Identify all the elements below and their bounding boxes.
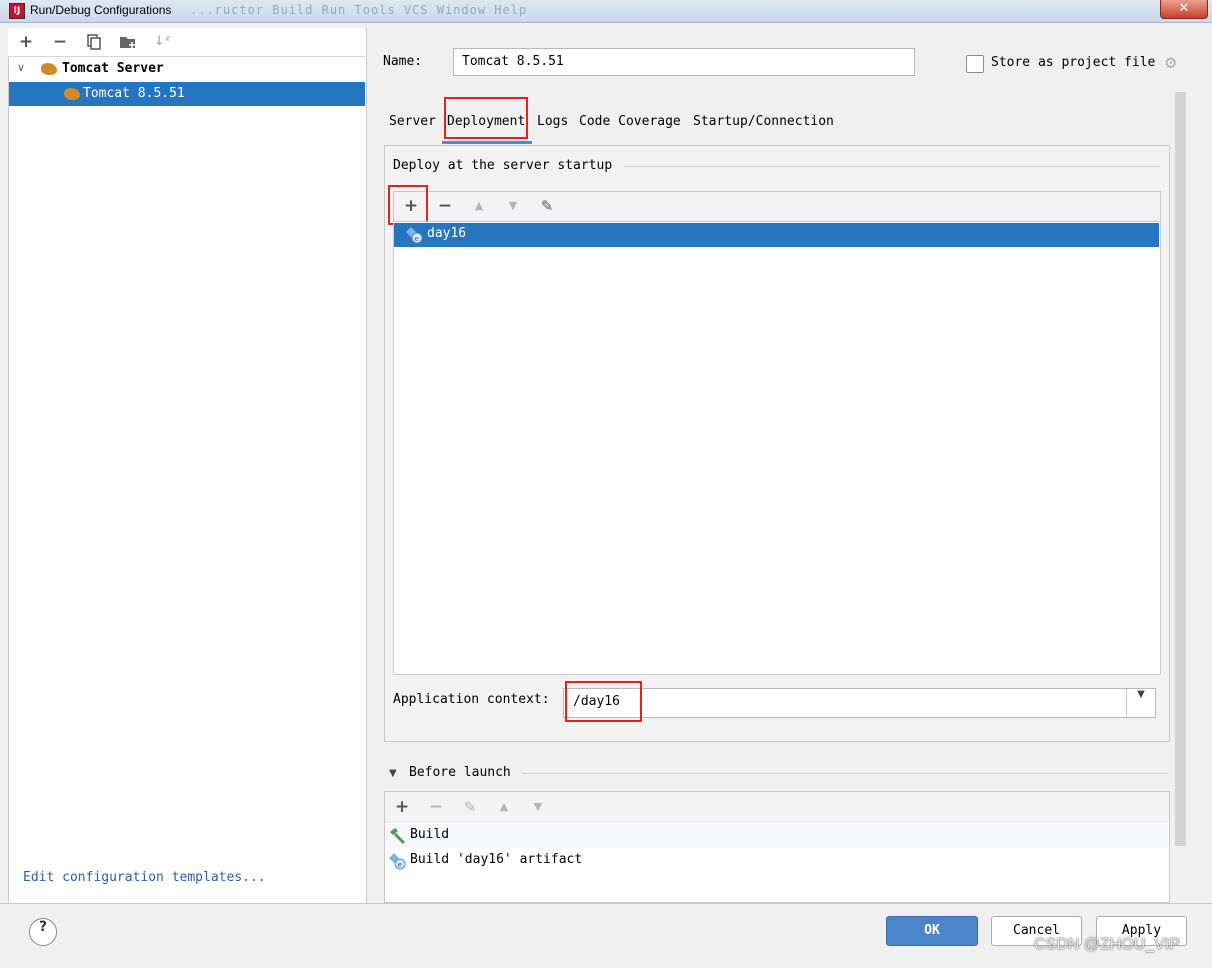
- remove-icon[interactable]: −: [49, 31, 71, 53]
- active-tab-indicator: [442, 141, 532, 144]
- move-down-icon[interactable]: ▼: [502, 195, 524, 217]
- intellij-app-icon: IJ: [9, 3, 25, 19]
- copy-icon[interactable]: [83, 31, 105, 53]
- add-task-icon[interactable]: +: [391, 796, 413, 818]
- application-context-label: Application context:: [393, 692, 550, 707]
- application-context-highlight: [565, 681, 642, 722]
- edit-pencil-icon[interactable]: ✎: [536, 195, 558, 217]
- move-up-icon[interactable]: ▲: [493, 796, 515, 818]
- deployment-tab-highlight: [444, 97, 528, 139]
- csdn-watermark: CSDN @ZHOU_VIP: [1034, 936, 1181, 953]
- tab-logs[interactable]: Logs: [537, 114, 568, 129]
- configurations-tree-panel: [8, 28, 367, 904]
- svg-text:e: e: [415, 235, 419, 243]
- name-label: Name:: [383, 54, 423, 69]
- svg-text:e: e: [398, 861, 402, 869]
- before-launch-toolbar: + − ✎ ▲ ▼: [384, 791, 1170, 824]
- tree-item-tomcat-8551[interactable]: Tomcat 8.5.51: [9, 82, 365, 106]
- list-item[interactable]: e Build 'day16' artifact: [385, 849, 1168, 873]
- tree-group-label: Tomcat Server: [62, 61, 164, 76]
- application-context-combobox[interactable]: /day16 ▼: [563, 688, 1156, 718]
- background-menu-ghost: ...ructor Build Run Tools VCS Window Hel…: [190, 3, 528, 17]
- deploy-artifact-list[interactable]: [393, 221, 1161, 675]
- store-as-project-file-label: Store as project file: [991, 55, 1156, 70]
- configurations-toolbar: + − ↓ᶻ: [8, 28, 365, 57]
- chevron-down-icon[interactable]: ∨: [17, 61, 25, 74]
- tomcat-icon: [64, 88, 80, 100]
- collapse-triangle-icon[interactable]: ▼: [389, 768, 397, 779]
- before-launch-title: Before launch: [409, 765, 511, 780]
- add-button-highlight: [388, 185, 428, 225]
- help-button[interactable]: ?: [29, 918, 57, 946]
- move-up-icon[interactable]: ▲: [468, 195, 490, 217]
- window-title: Run/Debug Configurations: [30, 3, 172, 17]
- add-icon[interactable]: +: [15, 31, 37, 53]
- chevron-down-icon[interactable]: ▼: [1126, 689, 1155, 717]
- scrollbar-thumb[interactable]: [1175, 92, 1186, 846]
- sort-az-icon[interactable]: ↓ᶻ: [151, 31, 173, 53]
- deploy-group-title: Deploy at the server startup: [393, 158, 613, 173]
- tree-item-label: Tomcat 8.5.51: [83, 86, 185, 101]
- hammer-icon: [388, 827, 406, 849]
- deploy-list-toolbar: + − ▲ ▼ ✎: [393, 191, 1161, 222]
- move-down-icon[interactable]: ▼: [527, 796, 549, 818]
- remove-artifact-icon[interactable]: −: [434, 195, 456, 217]
- tab-code-coverage[interactable]: Code Coverage: [579, 114, 681, 129]
- store-as-project-file-checkbox[interactable]: [966, 55, 984, 73]
- name-input[interactable]: Tomcat 8.5.51: [453, 48, 915, 76]
- list-item[interactable]: Build: [385, 824, 1168, 848]
- title-bar: IJ Run/Debug Configurations ...ructor Bu…: [0, 0, 1212, 23]
- edit-configuration-templates-link[interactable]: Edit configuration templates...: [23, 870, 266, 885]
- window-close-button[interactable]: ✕: [1160, 0, 1208, 19]
- artifact-label: day16: [427, 226, 467, 241]
- ok-button[interactable]: OK: [886, 916, 978, 946]
- gear-icon[interactable]: ⚙: [1164, 54, 1177, 72]
- before-launch-separator: [521, 773, 1168, 774]
- artifact-icon: e: [405, 226, 423, 244]
- tab-server[interactable]: Server: [389, 114, 436, 129]
- task-label: Build: [410, 827, 450, 842]
- tomcat-icon: [41, 63, 57, 75]
- tree-group-tomcat-server[interactable]: ∨ Tomcat Server: [9, 57, 365, 81]
- folder-plus-icon[interactable]: [117, 31, 139, 53]
- group-title-separator: [624, 166, 1160, 167]
- task-label: Build 'day16' artifact: [410, 852, 583, 867]
- remove-task-icon[interactable]: −: [425, 796, 447, 818]
- tab-startup-connection[interactable]: Startup/Connection: [693, 114, 834, 129]
- edit-task-icon[interactable]: ✎: [459, 796, 481, 818]
- artifact-icon: e: [388, 852, 406, 874]
- list-item[interactable]: e day16: [394, 223, 1159, 247]
